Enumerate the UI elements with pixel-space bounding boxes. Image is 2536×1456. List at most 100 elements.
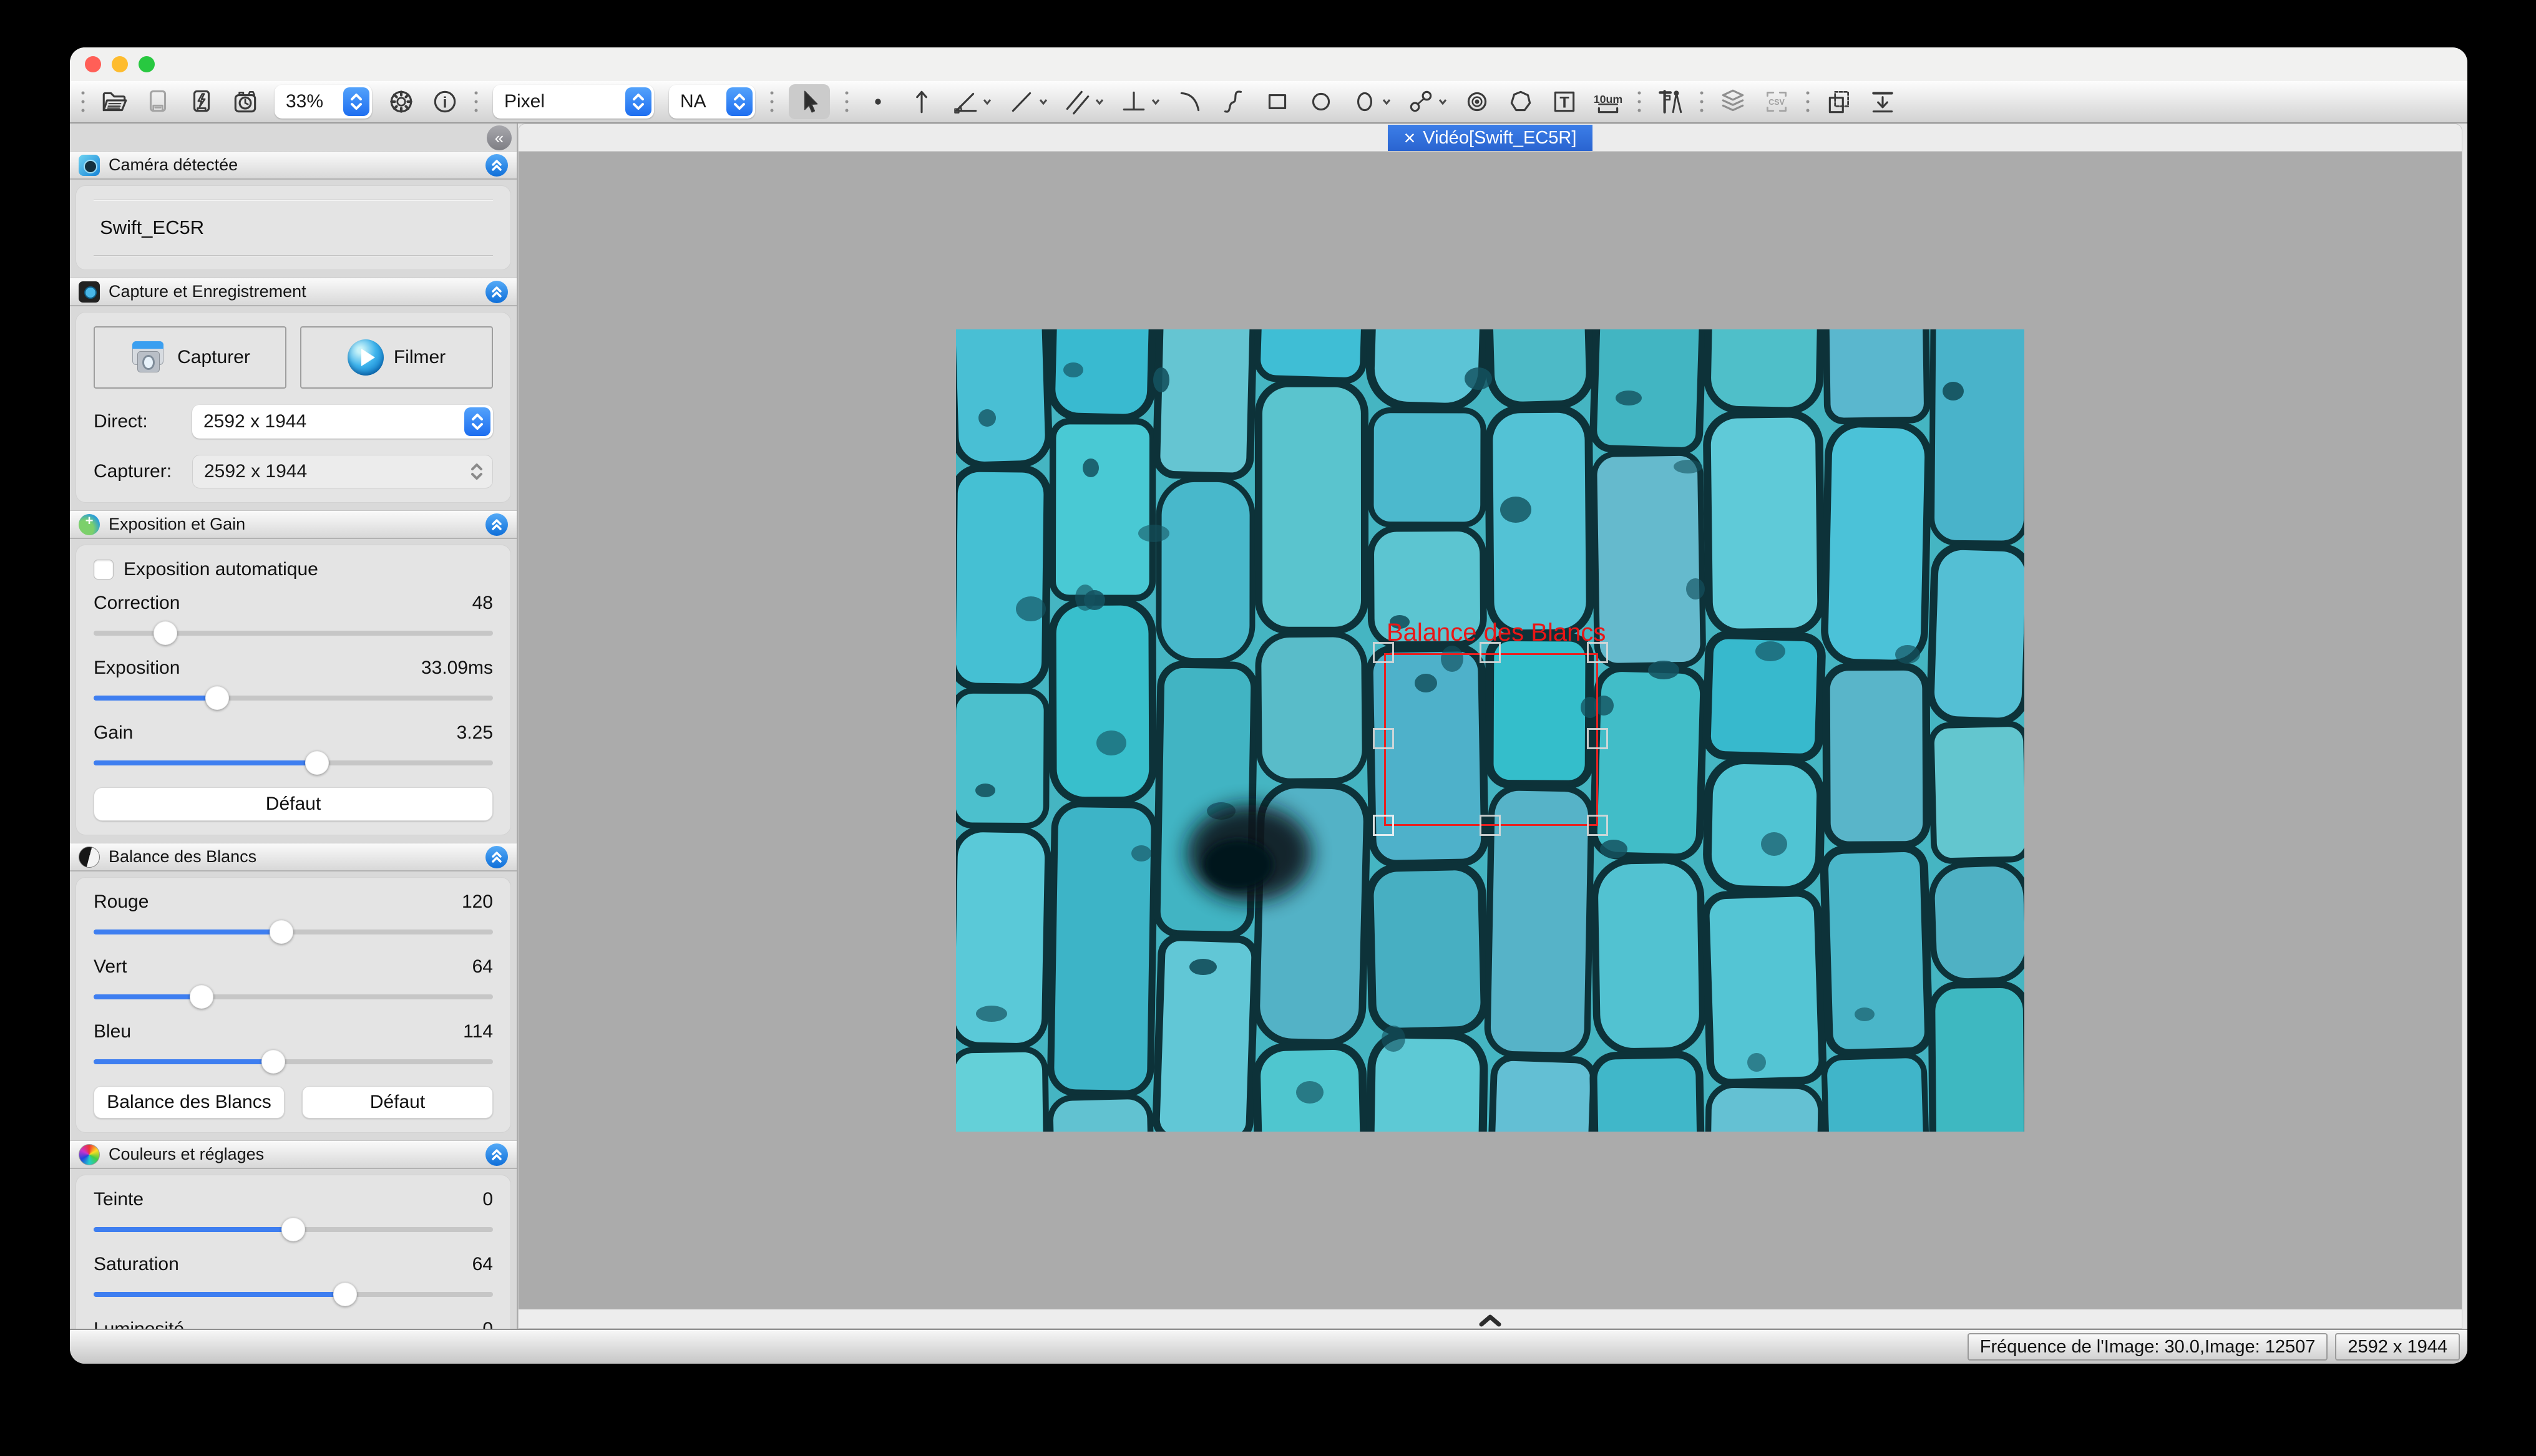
import-button[interactable]	[1868, 84, 1897, 119]
concentric-circles-tool-button[interactable]	[1463, 84, 1491, 119]
roi-handle-bottom-left[interactable]	[1373, 815, 1394, 836]
scale-bar-tool-button[interactable]: 10um	[1594, 84, 1622, 119]
capture-resolution-select[interactable]: 2592 x 1944	[192, 455, 493, 488]
panel-camera-collapse-button[interactable]	[485, 154, 508, 177]
white-balance-button[interactable]: Balance des Blancs	[94, 1086, 285, 1119]
measurement-tools-button[interactable]	[1656, 84, 1685, 119]
saturation-slider-knob[interactable]	[333, 1283, 357, 1306]
hue-label: Teinte	[94, 1189, 144, 1210]
circle-tool-button[interactable]	[1307, 84, 1335, 119]
roi-handle-bottom-right[interactable]	[1587, 815, 1608, 836]
panel-white-balance-collapse-button[interactable]	[485, 846, 508, 868]
camera-timer-icon	[231, 87, 260, 116]
red-row: Rouge120	[94, 891, 493, 946]
info-button[interactable]: i	[431, 84, 459, 119]
direct-resolution-stepper[interactable]	[464, 407, 490, 436]
auto-exposure-label: Exposition automatique	[124, 559, 318, 580]
layers-button[interactable]	[1719, 84, 1747, 119]
saturation-value: 64	[472, 1254, 493, 1275]
panel-capture-collapse-button[interactable]	[485, 281, 508, 303]
arrow-tool-button[interactable]	[907, 84, 936, 119]
direct-resolution-label: Direct:	[94, 411, 192, 432]
save-icon	[144, 87, 172, 116]
sidebar-collapse-button[interactable]: «	[487, 125, 512, 150]
parallel-lines-tool-button[interactable]	[1063, 84, 1105, 119]
csv-icon: CSV	[1762, 87, 1791, 116]
panel-color-collapse-button[interactable]	[485, 1143, 508, 1166]
gain-value: 3.25	[457, 722, 493, 744]
unit-stepper[interactable]	[625, 87, 651, 116]
sidebar: « Caméra détectée Swift_EC5R Capture e	[70, 124, 518, 1329]
rectangle-tool-button[interactable]	[1263, 84, 1292, 119]
white-balance-default-button[interactable]: Défaut	[302, 1086, 493, 1119]
panel-capture-header[interactable]: Capture et Enregistrement	[70, 278, 517, 306]
blue-slider-knob[interactable]	[261, 1050, 285, 1074]
cursor-tool-button[interactable]	[789, 84, 830, 119]
exposure-slider-knob[interactable]	[205, 686, 229, 710]
roi-handle-bottom-middle[interactable]	[1480, 815, 1501, 836]
hue-value: 0	[482, 1189, 493, 1210]
gain-slider-knob[interactable]	[305, 751, 329, 775]
na-stepper[interactable]	[726, 87, 753, 116]
panel-exposure-header[interactable]: Exposition et Gain	[70, 510, 517, 539]
panel-exposure-body: Exposition automatique Correction48 Expo…	[76, 545, 511, 835]
capture-button[interactable]: Capturer	[94, 326, 286, 389]
fullscreen-window-button[interactable]	[139, 56, 155, 72]
open-file-button[interactable]	[100, 84, 129, 119]
panel-white-balance-header[interactable]: Balance des Blancs	[70, 843, 517, 871]
polygon-tool-button[interactable]	[1506, 84, 1535, 119]
arc-tool-button[interactable]	[1176, 84, 1204, 119]
na-select[interactable]: NA	[669, 85, 755, 119]
text-icon: T	[1550, 87, 1579, 116]
text-tool-button[interactable]: T	[1550, 84, 1579, 119]
curve-tool-button[interactable]	[1219, 84, 1248, 119]
auto-exposure-checkbox[interactable]	[94, 560, 114, 580]
red-slider-knob[interactable]	[270, 920, 293, 944]
direct-resolution-select[interactable]: 2592 x 1944	[192, 405, 493, 439]
green-slider[interactable]	[94, 983, 493, 1011]
zoom-stepper[interactable]	[343, 87, 369, 116]
panel-exposure-collapse-button[interactable]	[485, 513, 508, 536]
angle-tool-button[interactable]	[951, 84, 992, 119]
perpendicular-tool-button[interactable]	[1119, 84, 1161, 119]
flash-save-button[interactable]	[187, 84, 216, 119]
green-slider-knob[interactable]	[190, 985, 213, 1009]
panel-camera-header[interactable]: Caméra détectée	[70, 151, 517, 180]
video-canvas[interactable]: Balance des Blancs	[519, 152, 2462, 1309]
bottom-expander[interactable]	[519, 1309, 2462, 1328]
saturation-slider[interactable]	[94, 1280, 493, 1309]
unit-select[interactable]: Pixel	[493, 85, 654, 119]
csv-export-button[interactable]: CSV	[1762, 84, 1791, 119]
blue-slider[interactable]	[94, 1047, 493, 1076]
correction-slider-knob[interactable]	[154, 621, 177, 645]
camera-device-item[interactable]: Swift_EC5R	[94, 200, 493, 256]
unit-value: Pixel	[504, 91, 619, 112]
minimize-window-button[interactable]	[112, 56, 128, 72]
exposure-default-button[interactable]: Défaut	[94, 787, 493, 821]
video-frame[interactable]: Balance des Blancs	[956, 329, 2024, 1132]
tab-video[interactable]: × Vidéo[Swift_EC5R]	[1388, 125, 1593, 151]
zoom-select[interactable]: 33%	[275, 85, 372, 119]
panel-color-header[interactable]: Couleurs et réglages	[70, 1140, 517, 1169]
white-balance-roi[interactable]	[1384, 653, 1598, 826]
hue-slider[interactable]	[94, 1215, 493, 1244]
ellipse-tool-button[interactable]	[1350, 84, 1392, 119]
correction-slider[interactable]	[94, 619, 493, 648]
exposure-slider[interactable]	[94, 684, 493, 712]
roi-handle-middle-right[interactable]	[1587, 728, 1608, 749]
line-tool-button[interactable]	[1007, 84, 1048, 119]
save-button[interactable]	[144, 84, 172, 119]
red-slider[interactable]	[94, 918, 493, 946]
hue-slider-knob[interactable]	[281, 1218, 305, 1241]
record-button[interactable]: Filmer	[300, 326, 493, 389]
roi-handle-middle-left[interactable]	[1373, 728, 1394, 749]
two-points-tool-button[interactable]	[1407, 84, 1448, 119]
close-window-button[interactable]	[85, 56, 101, 72]
tab-close-icon[interactable]: ×	[1404, 128, 1416, 148]
point-tool-button[interactable]	[864, 84, 892, 119]
copy-button[interactable]	[1825, 84, 1853, 119]
timed-capture-button[interactable]	[231, 84, 260, 119]
gain-slider[interactable]	[94, 749, 493, 777]
settings-button[interactable]	[387, 84, 416, 119]
zoom-value: 33%	[286, 91, 337, 112]
